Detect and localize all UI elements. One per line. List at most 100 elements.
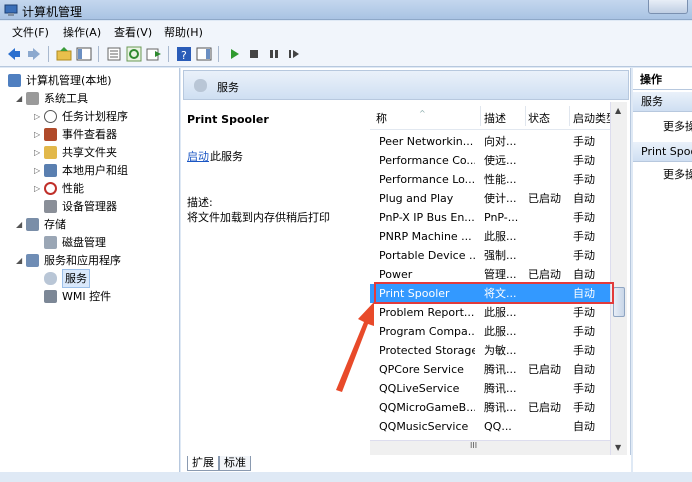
tree-item-system-tools[interactable]: ◢ 系统工具 [0,90,178,107]
cell-desc: 使计... [484,192,517,205]
expand-icon[interactable]: ▷ [34,126,43,143]
clock-icon [44,110,57,123]
cell-start: 手动 [573,382,595,395]
table-row[interactable]: Peer Networkin... 向对... 手动 [370,132,620,151]
up-folder-icon[interactable] [56,46,72,62]
tab-standard[interactable]: 标准 [219,456,251,471]
cell-name: Peer Networkin... [379,135,474,148]
table-row[interactable]: PnP-X IP Bus En... PnP-... 手动 [370,208,620,227]
horizontal-scrollbar[interactable]: III [370,440,610,456]
actions-more-services[interactable]: 更多操 [663,118,692,134]
cell-desc: 性能... [484,173,517,186]
services-apps-icon [26,254,39,267]
storage-icon [26,218,39,231]
scroll-down-icon[interactable]: ▼ [615,443,621,452]
properties-icon[interactable] [106,46,122,62]
tree-item-disk-management[interactable]: 磁盘管理 [0,234,178,251]
table-row[interactable]: QPCore Service 腾讯... 已启动 自动 [370,360,620,379]
expand-icon[interactable]: ▷ [34,144,43,161]
gear-icon [44,272,57,285]
vertical-scrollbar[interactable]: ▲ ▼ [610,102,627,456]
cell-start: 手动 [573,344,595,357]
tools-icon [26,92,39,105]
scroll-thumb[interactable] [613,287,625,317]
tree-item-event-viewer[interactable]: ▷ 事件查看器 [0,126,178,143]
menu-file[interactable]: 文件(F) [12,24,49,40]
actions-more-print-spooler[interactable]: 更多操 [663,166,692,182]
column-header-description[interactable]: 描述 [484,110,506,126]
start-service-link[interactable]: 启动 [187,148,209,164]
menu-action[interactable]: 操作(A) [63,24,101,40]
view-tabs: 扩展 标准 [181,455,631,472]
minimize-button[interactable] [648,0,688,14]
tree-item-local-users[interactable]: ▷ 本地用户和组 [0,162,178,179]
stop-icon[interactable] [246,46,262,62]
cell-name: QQLiveService [379,382,460,395]
table-row[interactable]: QQLiveService 腾讯... 手动 [370,379,620,398]
expand-icon[interactable]: ▷ [34,108,43,125]
table-row[interactable]: Portable Device ... 强制... 手动 [370,246,620,265]
collapse-icon[interactable]: ◢ [16,252,25,269]
tree-item-storage[interactable]: ◢ 存储 [0,216,178,233]
cell-start: 手动 [573,211,595,224]
cell-start: 手动 [573,173,595,186]
tree-item-services[interactable]: 服务 [0,269,178,288]
table-row[interactable]: Performance Lo... 性能... 手动 [370,170,620,189]
tree-item-performance[interactable]: ▷ 性能 [0,180,178,197]
scroll-up-icon[interactable]: ▲ [615,106,621,115]
table-row[interactable]: PNRP Machine ... 此服... 手动 [370,227,620,246]
restart-icon[interactable] [286,46,302,62]
cell-name: Program Compa... [379,325,475,338]
expand-icon[interactable]: ▷ [34,162,43,179]
table-row[interactable]: QQMicroGameB... 腾讯... 已启动 手动 [370,398,620,417]
performance-icon [44,182,57,195]
users-icon [44,164,57,177]
cell-start: 手动 [573,249,595,262]
column-header-name[interactable]: 称 ^ [376,109,426,126]
tree-item-services-apps[interactable]: ◢ 服务和应用程序 [0,252,178,269]
tree-item-task-scheduler[interactable]: ▷ 任务计划程序 [0,108,178,125]
scroll-grip[interactable]: III [470,441,477,450]
actions-title: 操作 [633,70,692,90]
pane-header: 服务 [183,70,629,100]
collapse-icon[interactable]: ◢ [16,90,25,107]
actions-group-print-spooler[interactable]: Print Spoo [633,142,692,162]
refresh-icon[interactable] [126,46,142,62]
pause-icon[interactable] [266,46,282,62]
cell-name: QPCore Service [379,363,464,376]
column-header-status[interactable]: 状态 [528,110,550,126]
tree-item-shared-folders[interactable]: ▷ 共享文件夹 [0,144,178,161]
menu-view[interactable]: 查看(V) [114,24,152,40]
back-icon[interactable] [6,46,22,62]
table-row[interactable]: Performance Co... 使远... 手动 [370,151,620,170]
menu-help[interactable]: 帮助(H) [164,24,203,40]
cell-name: PnP-X IP Bus En... [379,211,475,224]
gear-icon [194,79,207,92]
expand-icon[interactable]: ▷ [34,180,43,197]
export-icon[interactable] [146,46,162,62]
table-row[interactable]: Program Compa... 此服... 手动 [370,322,620,341]
start-service-text: 此服务 [210,150,243,163]
table-row[interactable]: QQMusicService QQ... 自动 [370,417,620,436]
help-icon[interactable]: ? [176,46,192,62]
collapse-icon[interactable]: ◢ [16,216,25,233]
tree-item-root[interactable]: 计算机管理(本地) [0,72,178,89]
status-bar [0,472,692,482]
forward-icon[interactable] [26,46,42,62]
actions-group-services[interactable]: 服务 [633,92,692,112]
cell-desc: 为敏... [484,344,517,357]
table-row[interactable]: Problem Report... 此服... 手动 [370,303,620,322]
selected-service-name: Print Spooler [187,113,269,126]
tab-extended[interactable]: 扩展 [187,456,219,471]
show-hide-action-icon[interactable] [196,46,212,62]
show-hide-tree-icon[interactable] [76,46,92,62]
table-row[interactable]: Protected Storage 为敏... 手动 [370,341,620,360]
tree-item-device-manager[interactable]: 设备管理器 [0,198,178,215]
sort-ascending-icon: ^ [419,109,426,118]
service-detail: Print Spooler 启动 此服务 描述: 将文件加载到内存供稍后打印 [187,108,367,448]
table-row[interactable]: Plug and Play 使计... 已启动 自动 [370,189,620,208]
start-icon[interactable] [226,46,242,62]
tree-item-wmi[interactable]: WMI 控件 [0,288,178,305]
cell-name: Performance Lo... [379,173,475,186]
navigation-tree: 计算机管理(本地) ◢ 系统工具 ▷ 任务计划程序 ▷ 事件查看器 ▷ 共享文件… [0,68,180,472]
